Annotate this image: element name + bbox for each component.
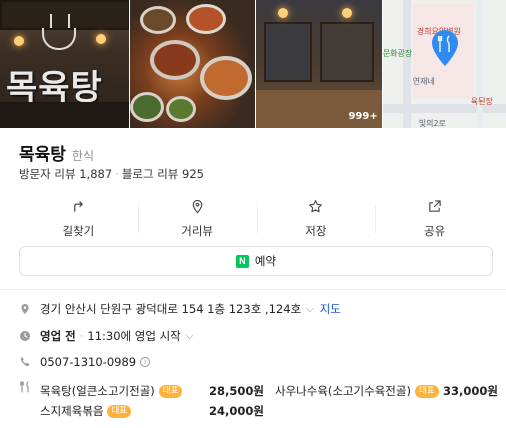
side-dish	[140, 6, 177, 34]
side-dish	[186, 4, 227, 34]
lamp	[96, 34, 106, 44]
phone-number[interactable]: 0507-1310-0989	[40, 355, 136, 369]
lamp	[278, 8, 289, 18]
share-icon	[429, 200, 441, 212]
review-summary: 방문자 리뷰 1,887 · 블로그 리뷰 925	[19, 167, 204, 181]
counter	[256, 90, 382, 128]
directions-label: 길찾기	[62, 224, 95, 238]
signature-badge: 대표	[158, 384, 183, 398]
reserve-label: 예약	[254, 254, 277, 268]
map-pin-icon	[432, 30, 458, 66]
action-bar: 길찾기 거리뷰 저장 공유	[19, 199, 494, 239]
clock-icon	[20, 331, 30, 341]
business-hours: 11:30에 영업 시작	[87, 329, 181, 343]
photo-count-badge: 999+	[348, 111, 378, 122]
street-view-label: 거리뷰	[181, 224, 213, 238]
address-row: 경기 안산시 단원구 광덕대로 154 1층 123호 ,124호 ⌵ 지도	[19, 301, 341, 317]
menu-item-name: 사우나수육(소고기수육전골)	[275, 384, 411, 398]
address-text: 경기 안산시 단원구 광덕대로 154 1층 123호 ,124호	[40, 302, 302, 316]
map-road	[476, 0, 483, 128]
naver-n-icon: N	[235, 254, 249, 268]
window	[320, 22, 375, 82]
logo-bowl	[42, 28, 76, 50]
place-name: 목육탕	[19, 145, 66, 165]
phone-icon	[20, 357, 30, 367]
share-button[interactable]: 공유	[375, 199, 494, 239]
window	[264, 22, 313, 82]
chevron-down-icon[interactable]: ⌵	[186, 331, 194, 342]
share-label: 공유	[424, 224, 446, 238]
location-pin-icon	[21, 304, 29, 314]
photo-gallery[interactable]: 목육탕 999+ 경희요양병원 연재네 육된장 문화광장 빛의2로	[0, 0, 506, 128]
reserve-button[interactable]: N 예약	[19, 246, 493, 276]
menu-row: 스지제육볶음 대표 24,000원	[19, 402, 499, 423]
business-status: 영업 전	[40, 329, 76, 343]
menu-item-price: 33,000원	[443, 384, 498, 398]
map-link[interactable]: 지도	[320, 301, 341, 317]
blog-reviews-link[interactable]: 블로그 리뷰 925	[122, 167, 204, 181]
storefront-photo[interactable]: 목육탕	[0, 0, 130, 128]
menu-item-price: 24,000원	[209, 404, 264, 418]
visitor-reviews-link[interactable]: 방문자 리뷰 1,887	[19, 167, 112, 181]
directions-button[interactable]: 길찾기	[19, 199, 138, 239]
menu-row: 목육탕(얼큰소고기전골) 대표 28,500원 사우나수육(소고기수육전골) 대…	[19, 381, 499, 402]
lamp	[14, 36, 24, 46]
menu-list: 목육탕(얼큰소고기전골) 대표 28,500원 사우나수육(소고기수육전골) 대…	[19, 381, 499, 423]
place-header: 목육탕 한식	[19, 140, 94, 165]
signature-badge: 대표	[107, 404, 132, 418]
interior-photo[interactable]: 999+	[256, 0, 382, 128]
star-icon	[309, 200, 323, 213]
map-label: 연재네	[412, 77, 435, 86]
logo-steam	[50, 14, 70, 28]
hours-row[interactable]: 영업 전 · 11:30에 영업 시작 ⌵	[19, 328, 193, 344]
save-label: 저장	[305, 224, 327, 238]
main-dish	[200, 56, 253, 100]
location-pin-icon	[192, 199, 202, 214]
chevron-down-icon[interactable]: ⌵	[306, 304, 314, 315]
storefront-base	[0, 102, 130, 128]
street-view-button[interactable]: 거리뷰	[137, 199, 257, 239]
main-dish	[150, 40, 201, 80]
map-label: 육된장	[470, 97, 493, 106]
food-photo[interactable]	[130, 0, 256, 128]
lamp	[342, 8, 353, 18]
menu-item[interactable]: 목육탕(얼큰소고기전골) 대표	[40, 383, 183, 399]
info-icon[interactable]: i	[140, 357, 151, 367]
phone-row: 0507-1310-0989 i	[19, 355, 151, 369]
map-label: 문화광장	[382, 49, 413, 58]
side-dish	[130, 92, 165, 122]
menu-item[interactable]: 스지제육볶음 대표	[40, 403, 132, 419]
place-category: 한식	[71, 149, 95, 163]
side-dish	[166, 96, 197, 122]
signature-badge: 대표	[414, 384, 439, 398]
menu-item-name: 목육탕(얼큰소고기전골)	[40, 384, 155, 398]
directions-icon	[74, 201, 83, 212]
save-button[interactable]: 저장	[256, 199, 376, 239]
section-divider	[0, 289, 506, 290]
menu-item-price: 28,500원	[209, 384, 264, 398]
menu-item[interactable]: 사우나수육(소고기수육전골) 대표	[275, 383, 439, 399]
map-label: 빛의2로	[418, 119, 446, 128]
menu-item-name: 스지제육볶음	[40, 404, 104, 418]
